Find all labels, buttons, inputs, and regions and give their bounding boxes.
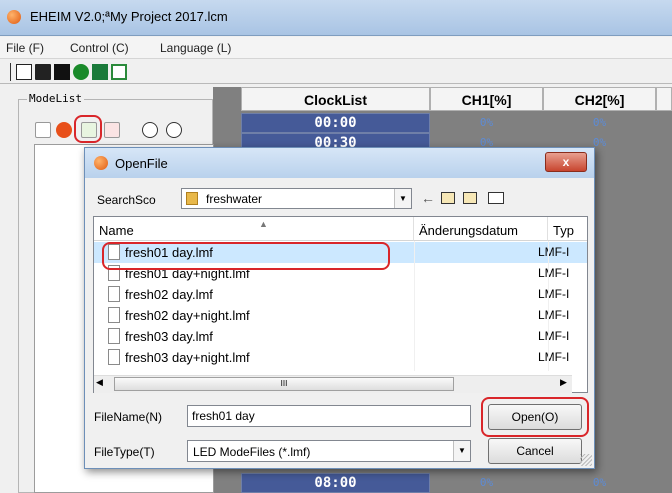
filename-label: FileName(N) [94, 410, 163, 424]
move-up-icon[interactable] [142, 122, 158, 138]
file-icon [108, 349, 120, 365]
export-mode-icon[interactable] [104, 122, 120, 138]
menu-control[interactable]: Control (C) [70, 41, 129, 55]
move-down-icon[interactable] [166, 122, 182, 138]
file-type: LMF-I [538, 350, 570, 364]
time-cell[interactable]: 08:00 [241, 473, 430, 493]
header-extra [656, 87, 672, 111]
sort-arrow-icon: ▲ [259, 219, 268, 229]
resize-grip-icon[interactable] [580, 454, 592, 466]
file-type: LMF-I [538, 308, 570, 322]
dialog-title: OpenFile [115, 156, 168, 171]
file-icon [108, 307, 120, 323]
file-row[interactable]: fresh03 day+night.lmf LMF-I [94, 347, 587, 368]
column-modified[interactable]: Änderungsdatum [414, 217, 548, 241]
column-name[interactable]: Name [94, 217, 414, 241]
column-divider [414, 241, 415, 371]
file-row[interactable]: fresh02 day.lmf LMF-I [94, 284, 587, 305]
clock-icon[interactable] [111, 64, 127, 80]
up-folder-icon[interactable] [441, 192, 455, 204]
toolbar-separator [10, 63, 11, 81]
window-title: EHEIM V2.0;ªMy Project 2017.lcm [30, 9, 228, 24]
search-folder-combo[interactable]: freshwater ▼ [181, 188, 412, 209]
file-name: fresh03 day.lmf [125, 329, 213, 344]
filetype-label: FileType(T) [94, 445, 155, 459]
file-name: fresh03 day+night.lmf [125, 350, 250, 365]
open-icon[interactable] [35, 64, 51, 80]
menu-file[interactable]: File (F) [6, 41, 44, 55]
play-icon[interactable] [73, 64, 89, 80]
toolbar [0, 60, 672, 84]
menu-bar: File (F) Control (C) Language (L) [0, 37, 672, 59]
chevron-down-icon[interactable]: ▼ [394, 189, 411, 208]
file-type: LMF-I [538, 329, 570, 343]
new-mode-icon[interactable] [35, 122, 51, 138]
open-button-highlight [481, 397, 589, 437]
modelist-legend: ModeList [27, 92, 84, 105]
save-icon[interactable] [54, 64, 70, 80]
file-icon [108, 328, 120, 344]
time-cell[interactable]: 00:00 [241, 113, 430, 133]
ch1-cell[interactable]: 0% [430, 113, 543, 133]
close-button[interactable]: x [545, 152, 587, 172]
dialog-app-icon [94, 156, 108, 170]
upload-icon[interactable] [92, 64, 108, 80]
filetype-select[interactable]: LED ModeFiles (*.lmf) ▼ [187, 440, 471, 462]
file-name: fresh02 day+night.lmf [125, 308, 250, 323]
cancel-button[interactable]: Cancel [488, 438, 582, 464]
search-label: SearchSco [97, 193, 156, 207]
app-icon [7, 10, 21, 24]
dialog-title-bar: OpenFile x [85, 148, 594, 178]
file-type: LMF-I [538, 266, 570, 280]
column-type[interactable]: Typ [548, 217, 587, 241]
new-folder-icon[interactable] [463, 192, 477, 204]
file-icon [108, 286, 120, 302]
folder-icon [186, 192, 198, 205]
scroll-thumb[interactable]: III [114, 377, 454, 391]
filetype-value: LED ModeFiles (*.lmf) [193, 445, 311, 459]
open-file-dialog: OpenFile x SearchSco freshwater ▼ ← Name… [84, 147, 595, 469]
filename-input[interactable] [187, 405, 471, 427]
search-folder-value: freshwater [206, 192, 263, 206]
header-ch1: CH1[%] [430, 87, 543, 111]
ch2-cell[interactable]: 0% [543, 473, 656, 493]
column-divider [548, 241, 549, 371]
file-type: LMF-I [538, 245, 570, 259]
header-clocklist: ClockList [241, 87, 430, 111]
title-bar: EHEIM V2.0;ªMy Project 2017.lcm [0, 0, 672, 36]
file-type: LMF-I [538, 287, 570, 301]
selected-file-highlight [102, 242, 390, 270]
header-ch2: CH2[%] [543, 87, 656, 111]
chevron-down-icon[interactable]: ▼ [453, 441, 470, 461]
scroll-left-icon[interactable]: ◀ [96, 377, 103, 388]
back-icon[interactable]: ← [421, 190, 435, 206]
delete-mode-icon[interactable] [56, 122, 72, 138]
ch1-cell[interactable]: 0% [430, 473, 543, 493]
menu-language[interactable]: Language (L) [160, 41, 231, 55]
file-row[interactable]: fresh03 day.lmf LMF-I [94, 326, 587, 347]
horizontal-scrollbar[interactable]: ◀ III ▶ [94, 375, 572, 393]
scroll-right-icon[interactable]: ▶ [560, 377, 567, 388]
new-icon[interactable] [16, 64, 32, 80]
view-menu-icon[interactable] [488, 192, 504, 204]
file-name: fresh02 day.lmf [125, 287, 213, 302]
ch2-cell[interactable]: 0% [543, 113, 656, 133]
import-highlight [74, 115, 102, 143]
file-row[interactable]: fresh02 day+night.lmf LMF-I [94, 305, 587, 326]
